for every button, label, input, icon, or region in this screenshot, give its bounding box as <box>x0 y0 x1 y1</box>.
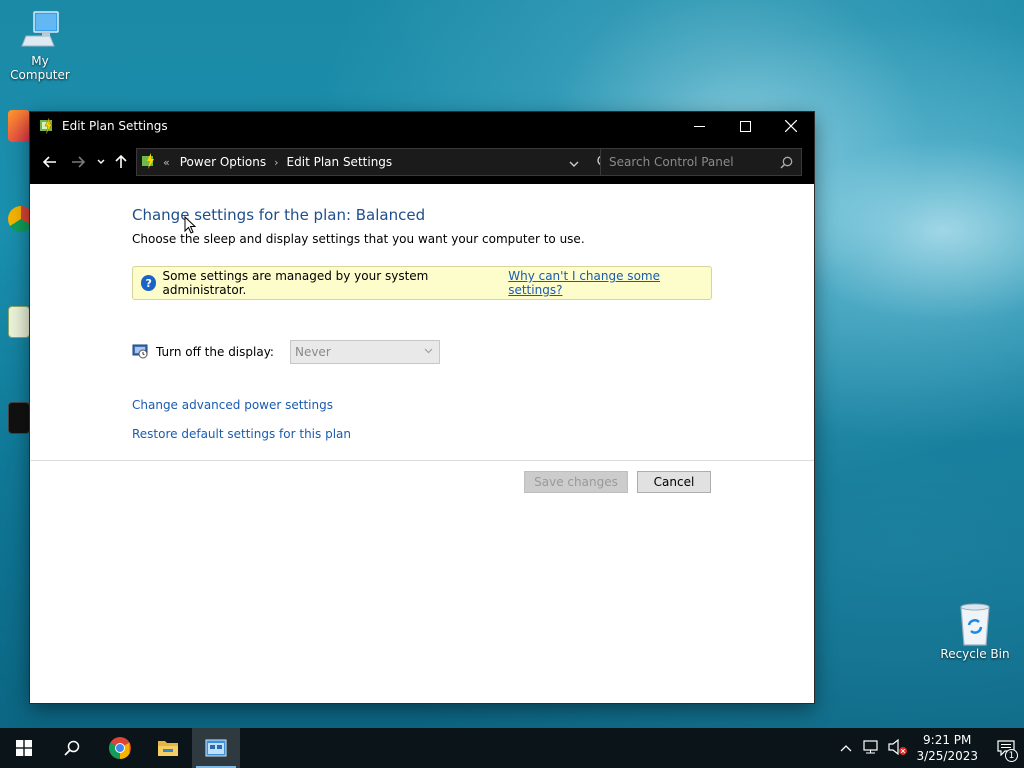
desktop-icon-my-computer[interactable]: My Computer <box>0 10 80 82</box>
restore-defaults-link[interactable]: Restore default settings for this plan <box>132 427 351 441</box>
page-title: Change settings for the plan: Balanced <box>132 206 426 224</box>
desktop-icon-partial-rev[interactable] <box>8 402 32 438</box>
network-button[interactable] <box>862 739 880 758</box>
turn-off-display-label: Turn off the display: <box>156 345 274 359</box>
search-box[interactable] <box>600 148 802 176</box>
breadcrumb-power-options[interactable]: Power Options <box>180 155 266 169</box>
address-box[interactable]: « Power Options › Edit Plan Settings <box>136 148 618 176</box>
desktop-icon-label: My Computer <box>10 54 70 82</box>
admin-info-bar: ? Some settings are managed by your syst… <box>132 266 712 300</box>
taskbar-file-explorer[interactable] <box>144 728 192 768</box>
desktop-icon-partial-chrome[interactable] <box>8 206 34 236</box>
minimize-button[interactable] <box>676 112 722 140</box>
close-icon <box>785 120 797 132</box>
address-bar: « Power Options › Edit Plan Settings <box>30 140 814 184</box>
action-center-button[interactable]: 1 <box>988 728 1024 768</box>
taskbar-chrome[interactable] <box>96 728 144 768</box>
content-pane: Change settings for the plan: Balanced C… <box>30 184 814 703</box>
taskbar-control-panel[interactable] <box>192 728 240 768</box>
info-text: Some settings are managed by your system… <box>162 269 429 297</box>
clock[interactable]: 9:21 PM 3/25/2023 <box>916 732 978 764</box>
edit-plan-settings-window: Edit Plan Settings « Power Options › Edi… <box>30 112 814 703</box>
system-tray: 9:21 PM 3/25/2023 1 <box>840 728 1024 768</box>
divider <box>30 460 814 461</box>
desktop-icon-label: Recycle Bin <box>940 647 1010 661</box>
window-title: Edit Plan Settings <box>62 119 168 133</box>
chevron-down-icon <box>424 347 433 357</box>
folder-icon <box>158 741 178 756</box>
maximize-icon <box>739 120 751 132</box>
maximize-button[interactable] <box>722 112 768 140</box>
computer-icon <box>20 10 60 50</box>
chevron-down-icon <box>97 159 105 164</box>
forward-button[interactable] <box>64 147 92 177</box>
notification-count-badge: 1 <box>1005 749 1018 762</box>
search-icon <box>64 740 80 756</box>
search-input[interactable] <box>609 155 769 169</box>
turn-off-display-select[interactable]: Never <box>289 340 440 364</box>
back-arrow-icon <box>43 156 56 168</box>
page-description: Choose the sleep and display settings th… <box>132 232 585 246</box>
volume-muted-icon <box>888 738 908 755</box>
back-button[interactable] <box>36 147 64 177</box>
chevron-down-icon <box>569 161 579 167</box>
up-arrow-icon <box>115 155 127 168</box>
power-options-icon <box>38 117 56 135</box>
breadcrumb-separator-icon: › <box>274 155 279 169</box>
mouse-cursor <box>184 215 197 237</box>
forward-arrow-icon <box>72 156 85 168</box>
windows-logo-icon <box>16 740 32 756</box>
search-button[interactable] <box>48 728 96 768</box>
clock-date: 3/25/2023 <box>916 749 978 763</box>
firefox-icon <box>8 110 30 142</box>
taskbar: 9:21 PM 3/25/2023 1 <box>0 728 1024 768</box>
start-button[interactable] <box>0 728 48 768</box>
control-panel-icon <box>205 739 227 757</box>
advanced-power-settings-link[interactable]: Change advanced power settings <box>132 398 333 412</box>
question-icon: ? <box>141 275 157 291</box>
desktop-icon-partial-notepad[interactable] <box>8 306 32 342</box>
chrome-icon <box>109 737 131 759</box>
notepad-icon <box>8 306 30 338</box>
volume-button[interactable] <box>888 738 908 758</box>
why-cant-change-link[interactable]: Why can't I change some settings? <box>508 269 711 297</box>
chevron-up-icon <box>841 745 852 752</box>
desktop-icon-partial-firefox[interactable] <box>8 110 32 146</box>
display-setting-row: Turn off the display: Never <box>132 340 440 364</box>
minimize-icon <box>693 125 705 127</box>
recycle-bin-icon <box>955 603 995 646</box>
clock-time: 9:21 PM <box>923 733 972 747</box>
close-button[interactable] <box>768 112 814 140</box>
select-value: Never <box>294 345 331 359</box>
cancel-button[interactable]: Cancel <box>637 471 711 493</box>
up-button[interactable] <box>110 147 132 177</box>
overflow-chevrons-icon[interactable]: « <box>163 156 170 169</box>
network-icon <box>863 739 879 753</box>
control-panel-icon <box>141 152 157 172</box>
app-icon <box>8 402 30 434</box>
address-dropdown-button[interactable] <box>569 157 579 171</box>
recent-locations-button[interactable] <box>92 147 110 177</box>
save-changes-button[interactable]: Save changes <box>524 471 628 493</box>
display-timeout-icon <box>132 343 148 362</box>
title-bar[interactable]: Edit Plan Settings <box>30 112 814 140</box>
desktop-icon-recycle-bin[interactable]: Recycle Bin <box>935 603 1015 661</box>
breadcrumb-edit-plan-settings[interactable]: Edit Plan Settings <box>287 155 393 169</box>
show-hidden-icons-button[interactable] <box>840 741 852 755</box>
search-icon[interactable] <box>780 156 793 172</box>
